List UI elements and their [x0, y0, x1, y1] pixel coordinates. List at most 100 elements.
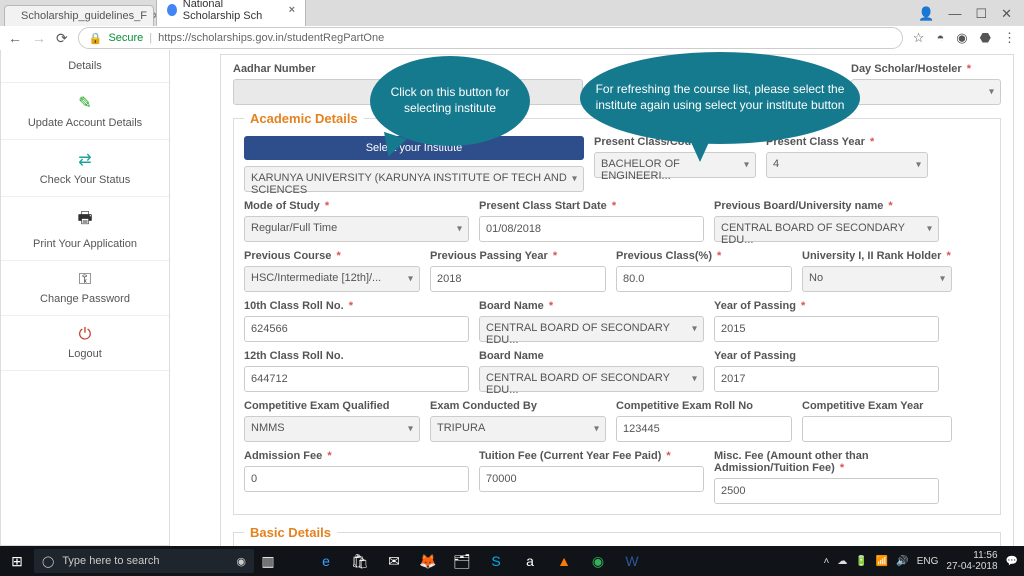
- exam-select[interactable]: NMMS: [244, 416, 420, 442]
- address-bar-row: ← → ⟳ 🔒 Secure | https://scholarships.go…: [0, 26, 1024, 50]
- scholar-select[interactable]: [851, 79, 1001, 105]
- sidebar-item-logout[interactable]: ⏻ Logout: [1, 316, 169, 371]
- edit-icon: ✎: [5, 93, 165, 113]
- reload-icon[interactable]: ⟳: [56, 30, 68, 47]
- cortana-icon[interactable]: ◉: [236, 555, 246, 568]
- callout-tail-icon: [690, 140, 710, 162]
- yop12-input[interactable]: [714, 366, 939, 392]
- misc-fee-input[interactable]: [714, 478, 939, 504]
- tuition-fee-input[interactable]: [479, 466, 704, 492]
- skype-icon[interactable]: S: [482, 549, 510, 573]
- star-icon[interactable]: ☆: [913, 30, 925, 46]
- board12-label: Board Name: [479, 350, 704, 362]
- edge-icon[interactable]: e: [312, 549, 340, 573]
- yop10-label: Year of Passing: [714, 300, 796, 312]
- sidebar-item-label: Print Your Application: [33, 238, 137, 250]
- twelfth-roll-input[interactable]: [244, 366, 469, 392]
- lock-icon: 🔒: [89, 32, 103, 45]
- favicon-icon: [167, 4, 177, 16]
- course-select[interactable]: BACHELOR OF ENGINEERI...: [594, 152, 756, 178]
- admission-fee-input[interactable]: [244, 466, 469, 492]
- clock[interactable]: 11:56 27-04-2018: [946, 550, 997, 572]
- sidebar-item-details[interactable]: Details: [1, 50, 169, 83]
- adm-label: Admission Fee: [244, 450, 322, 462]
- scholar-label: Day Scholar/Hosteler *: [851, 63, 1001, 75]
- examroll-label: Competitive Exam Roll No: [616, 400, 792, 412]
- tenth-roll-input[interactable]: [244, 316, 469, 342]
- start-date-input[interactable]: [479, 216, 704, 242]
- user-icon[interactable]: 👤: [918, 6, 934, 22]
- main-content: Aadhar Number Day Scholar/Hosteler * Aca…: [170, 50, 1024, 546]
- sidebar-item-label: Change Password: [40, 293, 130, 305]
- tab-active[interactable]: National Scholarship Sch ×: [156, 0, 306, 26]
- examyear-input[interactable]: [802, 416, 952, 442]
- tab-inactive[interactable]: Scholarship_guidelines_F ×: [4, 5, 154, 26]
- sidebar-item-label: Check Your Status: [40, 174, 131, 186]
- prevboard-select[interactable]: CENTRAL BOARD OF SECONDARY EDU...: [714, 216, 939, 242]
- chrome-icon[interactable]: ◉: [584, 549, 612, 573]
- tab-strip: Scholarship_guidelines_F × National Scho…: [0, 0, 1024, 26]
- start-button[interactable]: ⊞: [0, 553, 34, 570]
- taskbar: ⊞ ◯ Type here to search ◉ ▥ e 🛍 ✉ 🦊 🗂 S …: [0, 546, 1024, 576]
- notifications-icon[interactable]: 💬: [1006, 556, 1018, 567]
- key-icon: ⚿: [5, 271, 165, 289]
- board10-select[interactable]: CENTRAL BOARD OF SECONDARY EDU...: [479, 316, 704, 342]
- close-icon[interactable]: ×: [289, 4, 295, 16]
- mail-icon[interactable]: ✉: [380, 549, 408, 573]
- conducted-select[interactable]: TRIPURA: [430, 416, 606, 442]
- rank-select[interactable]: No: [802, 266, 952, 292]
- callout-refresh-course: For refreshing the course list, please s…: [580, 52, 860, 144]
- sidebar-item-change-password[interactable]: ⚿ Change Password: [1, 261, 169, 316]
- prevpct-input[interactable]: [616, 266, 792, 292]
- search-icon: ◯: [42, 555, 54, 568]
- examroll-input[interactable]: [616, 416, 792, 442]
- mode-select[interactable]: Regular/Full Time: [244, 216, 469, 242]
- browser-chrome: Scholarship_guidelines_F × National Scho…: [0, 0, 1024, 50]
- sidebar-item-update-account[interactable]: ✎ Update Account Details: [1, 83, 169, 140]
- sidebar-item-label: Logout: [68, 348, 102, 360]
- yop10-input[interactable]: [714, 316, 939, 342]
- word-icon[interactable]: W: [618, 549, 646, 573]
- onedrive-icon[interactable]: ☁: [837, 556, 847, 567]
- prevcourse-select[interactable]: HSC/Intermediate [12th]/...: [244, 266, 420, 292]
- status-icon: ⇄: [5, 150, 165, 170]
- firefox-icon[interactable]: 🦊: [414, 549, 442, 573]
- back-icon[interactable]: ←: [8, 30, 22, 46]
- task-view-icon[interactable]: ▥: [254, 549, 282, 573]
- institute-select[interactable]: KARUNYA UNIVERSITY (KARUNYA INSTITUTE OF…: [244, 166, 584, 192]
- extension-icon[interactable]: ⬣: [980, 30, 991, 46]
- academic-legend: Academic Details: [244, 111, 364, 126]
- vlc-icon[interactable]: ▲: [550, 549, 578, 573]
- sidebar-item-check-status[interactable]: ⇄ Check Your Status: [1, 140, 169, 197]
- url-text: https://scholarships.gov.in/studentRegPa…: [158, 32, 384, 44]
- mode-label: Mode of Study: [244, 200, 320, 212]
- store-icon[interactable]: 🛍: [346, 549, 374, 573]
- wifi-icon[interactable]: 📶: [876, 556, 888, 567]
- amazon-icon[interactable]: a: [516, 549, 544, 573]
- pocket-icon[interactable]: ◓: [936, 30, 944, 46]
- prevpass-input[interactable]: [430, 266, 606, 292]
- board12-select[interactable]: CENTRAL BOARD OF SECONDARY EDU...: [479, 366, 704, 392]
- prevboard-label: Previous Board/University name: [714, 200, 883, 212]
- sidebar-item-print[interactable]: 🖶 Print Your Application: [1, 197, 169, 261]
- evernote-icon[interactable]: ◉: [956, 30, 967, 46]
- misc-label: Misc. Fee (Amount other than Admission/T…: [714, 450, 869, 474]
- explorer-icon[interactable]: 🗂: [448, 549, 476, 573]
- tray-chevron-icon[interactable]: ˄: [824, 556, 830, 567]
- taskbar-search[interactable]: ◯ Type here to search ◉: [34, 549, 254, 573]
- tab-label: National Scholarship Sch: [183, 0, 283, 22]
- battery-icon[interactable]: 🔋: [855, 556, 867, 567]
- twelfth-label: 12th Class Roll No.: [244, 350, 469, 362]
- lang-indicator[interactable]: ENG: [917, 556, 939, 567]
- menu-icon[interactable]: ⋮: [1003, 30, 1016, 46]
- close-window-icon[interactable]: ✕: [1001, 6, 1012, 22]
- minimize-icon[interactable]: —: [948, 6, 961, 22]
- conducted-label: Exam Conducted By: [430, 400, 606, 412]
- prevpass-label: Previous Passing Year: [430, 250, 548, 262]
- maximize-icon[interactable]: ☐: [975, 6, 987, 22]
- board10-label: Board Name: [479, 300, 544, 312]
- year-select[interactable]: 4: [766, 152, 928, 178]
- window-controls: 👤 — ☐ ✕: [906, 2, 1024, 26]
- url-box[interactable]: 🔒 Secure | https://scholarships.gov.in/s…: [78, 27, 903, 49]
- volume-icon[interactable]: 🔊: [896, 556, 908, 567]
